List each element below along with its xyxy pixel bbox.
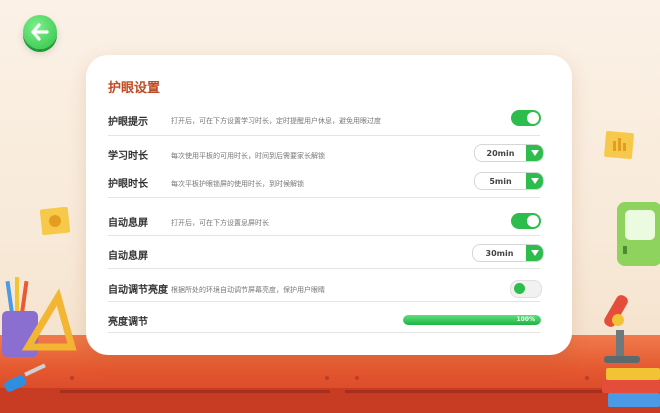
eye-reminder-desc: 打开后，可在下方设置学习时长，定时提醒用户休息，避免用眼过度 (171, 117, 381, 125)
brightness-label: 亮度调节 (108, 317, 148, 328)
divider (108, 135, 540, 136)
auto-screen-off-toggle[interactable] (511, 213, 541, 229)
desk-bolt (355, 376, 359, 380)
screwdriver-icon (4, 363, 46, 392)
auto-screen-off-desc: 打开后，可在下方设置息屏时长 (171, 219, 269, 227)
eye-reminder-label: 护眼提示 (108, 117, 148, 128)
pencil-cup-icon (2, 277, 77, 357)
eye-rest-duration-select[interactable]: 5min (474, 172, 544, 190)
screen-off-duration-select[interactable]: 30min (472, 244, 544, 262)
tv-icon (617, 202, 660, 266)
eye-rest-duration-label: 护眼时长 (108, 179, 148, 190)
arrow-left-icon (31, 23, 49, 41)
study-duration-label: 学习时长 (108, 151, 148, 162)
eye-rest-duration-value: 5min (489, 176, 512, 186)
divider (108, 301, 540, 302)
auto-screen-off-label: 自动息屏 (108, 218, 148, 229)
sticky-note-chart-icon (604, 130, 634, 160)
study-duration-select[interactable]: 20min (474, 144, 544, 162)
screen-off-duration-value: 30min (485, 248, 514, 258)
study-duration-desc: 每次使用平板的可用时长，时间到后需要家长解锁 (171, 152, 325, 160)
divider (108, 235, 540, 236)
chevron-down-icon (526, 245, 543, 261)
page-title: 护眼设置 (108, 81, 161, 96)
microscope-books-icon (602, 295, 660, 407)
divider (108, 268, 540, 269)
desk-bolt (70, 376, 74, 380)
back-button[interactable] (23, 15, 57, 49)
brightness-percent: 100% (516, 316, 535, 323)
chevron-down-icon (526, 145, 543, 161)
screen-off-duration-label: 自动息屏 (108, 251, 148, 262)
study-duration-value: 20min (486, 148, 515, 158)
desk-bolt (585, 376, 589, 380)
eye-rest-duration-desc: 每次平板护眼锁屏的使用时长，到时候解锁 (171, 180, 304, 188)
auto-brightness-label: 自动调节亮度 (108, 285, 168, 296)
eye-protection-settings-card: 护眼设置 护眼提示 打开后，可在下方设置学习时长，定时提醒用户休息，避免用眼过度… (86, 55, 572, 355)
auto-brightness-toggle[interactable] (510, 280, 542, 298)
desk-edge (60, 390, 330, 393)
divider (108, 332, 540, 333)
desk-edge (345, 390, 605, 393)
chevron-down-icon (526, 173, 543, 189)
desk-bolt (325, 376, 329, 380)
auto-brightness-desc: 根据所处的环境自动调节屏幕亮度，保护用户眼睛 (171, 286, 325, 294)
brightness-slider[interactable]: 100% (403, 315, 541, 325)
eye-reminder-toggle[interactable] (511, 110, 541, 126)
sticky-note-pie-icon (40, 207, 71, 236)
divider (108, 197, 540, 198)
